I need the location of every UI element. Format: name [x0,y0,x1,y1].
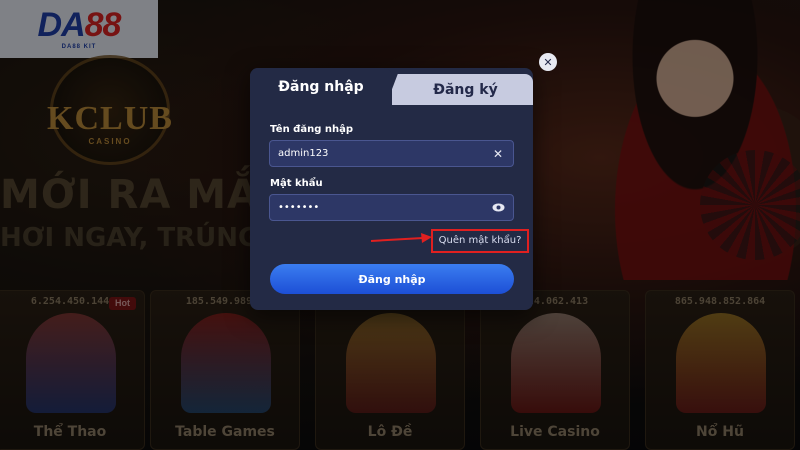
username-field: ✕ [269,140,514,167]
login-modal: Đăng ký Đăng nhập Tên đăng nhập ✕ Mật kh… [250,68,533,310]
tab-register[interactable]: Đăng ký [386,74,533,105]
close-icon[interactable]: ✕ [539,53,557,71]
username-label: Tên đăng nhập [270,124,353,135]
login-submit-button[interactable]: Đăng nhập [270,264,514,294]
password-input[interactable] [278,195,491,220]
username-input[interactable] [278,141,491,166]
close-icon[interactable]: ✕ [491,147,505,161]
eye-icon[interactable] [491,201,505,215]
password-label: Mật khẩu [270,178,323,189]
forgot-password-link[interactable]: Quên mật khẩu? [431,229,529,253]
tab-login[interactable]: Đăng nhập [250,68,392,105]
password-field [269,194,514,221]
annotation-arrow [371,233,432,243]
auth-tabs: Đăng ký Đăng nhập [250,68,533,105]
